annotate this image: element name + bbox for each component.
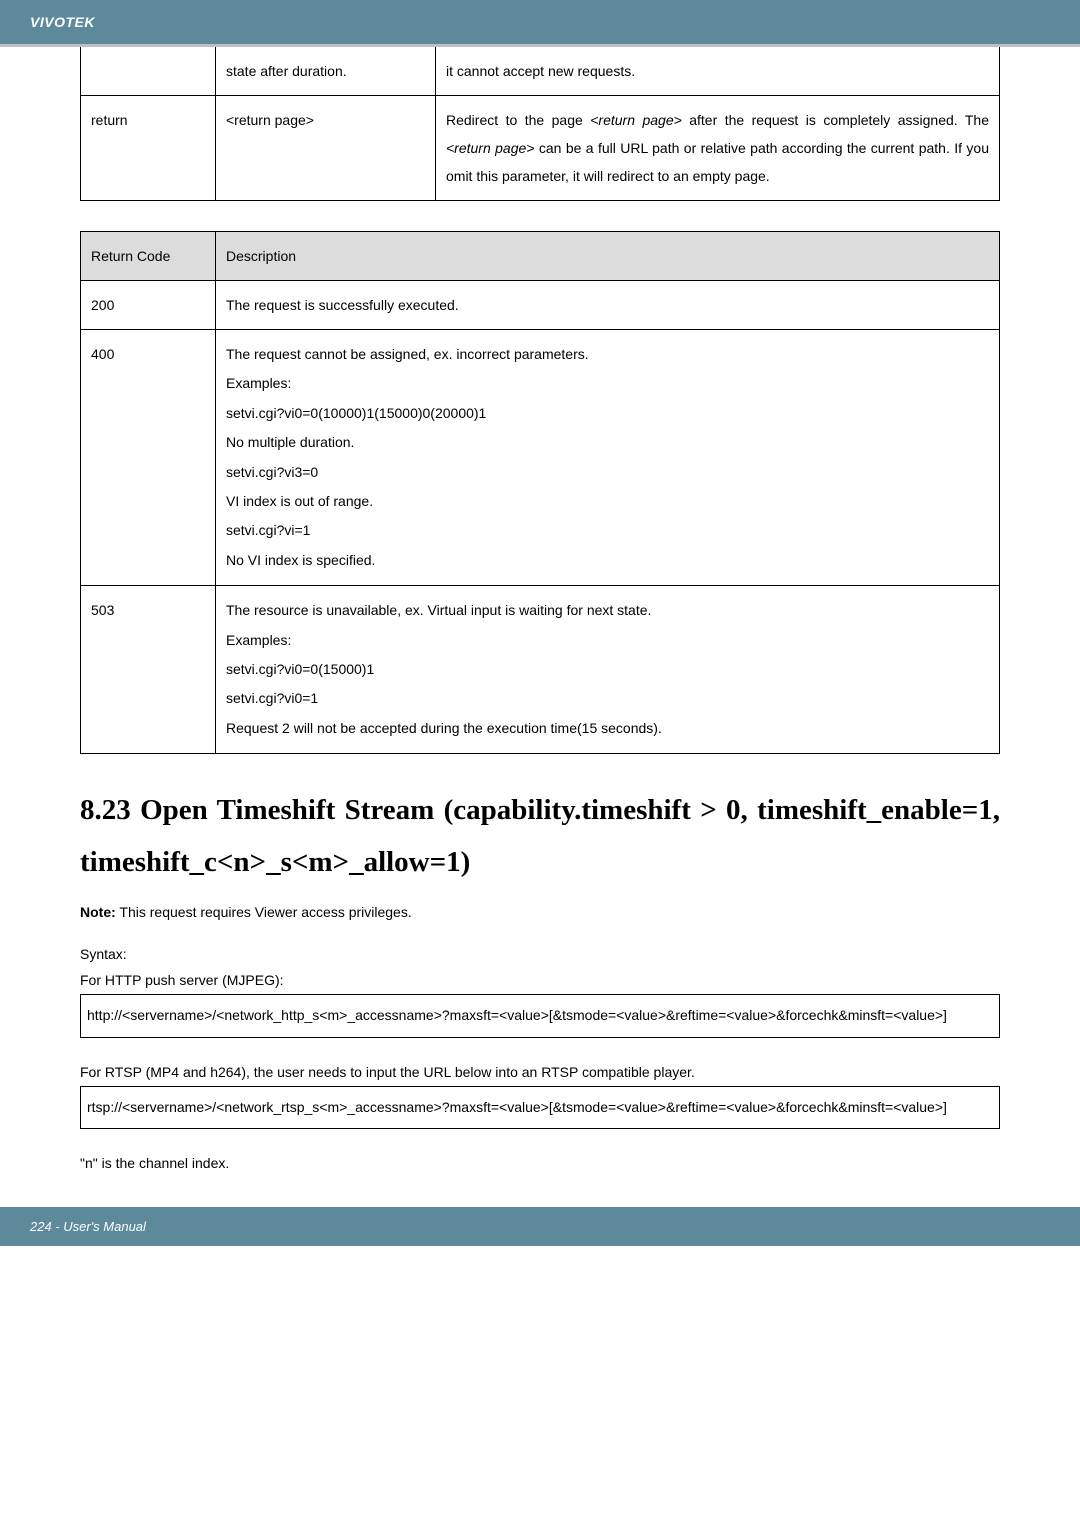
- desc-line: Examples:: [226, 369, 989, 398]
- brand-text: VIVOTEK: [30, 14, 95, 30]
- return-code-table: Return Code Description 200 The request …: [80, 231, 1000, 754]
- desc-line: No VI index is specified.: [226, 546, 989, 575]
- param-name-cell: [81, 47, 216, 96]
- desc-line: The resource is unavailable, ex. Virtual…: [226, 596, 989, 625]
- section-heading: 8.23 Open Timeshift Stream (capability.t…: [80, 784, 1000, 888]
- return-code-header: Return Code: [81, 232, 216, 281]
- return-code-cell: 400: [81, 330, 216, 586]
- channel-index-note: "n" is the channel index.: [80, 1155, 1000, 1171]
- param-desc-cell: it cannot accept new requests.: [436, 47, 1000, 96]
- desc-line: setvi.cgi?vi3=0: [226, 458, 989, 487]
- table-row: return <return page> Redirect to the pag…: [81, 96, 1000, 201]
- desc-line: setvi.cgi?vi0=0(10000)1(15000)0(20000)1: [226, 399, 989, 428]
- desc-line: setvi.cgi?vi0=0(15000)1: [226, 655, 989, 684]
- brand-header: VIVOTEK: [0, 0, 1080, 44]
- rtsp-syntax-box: rtsp://<servername>/<network_rtsp_s<m>_a…: [80, 1086, 1000, 1129]
- desc-line: setvi.cgi?vi0=1: [226, 684, 989, 713]
- table-row: 503 The resource is unavailable, ex. Vir…: [81, 586, 1000, 754]
- http-syntax-label: For HTTP push server (MJPEG):: [80, 972, 1000, 988]
- desc-line: Request 2 will not be accepted during th…: [226, 714, 989, 743]
- param-value-cell: <return page>: [216, 96, 436, 201]
- note-text: This request requires Viewer access priv…: [116, 904, 412, 920]
- rtsp-syntax-label: For RTSP (MP4 and h264), the user needs …: [80, 1064, 1000, 1080]
- desc-line: Examples:: [226, 626, 989, 655]
- desc-line: No multiple duration.: [226, 428, 989, 457]
- desc-text: after the request is completely assigned…: [682, 112, 989, 128]
- return-code-cell: 200: [81, 281, 216, 330]
- note-label: Note:: [80, 904, 116, 920]
- return-code-cell: 503: [81, 586, 216, 754]
- table-row: 200 The request is successfully executed…: [81, 281, 1000, 330]
- desc-line: The request cannot be assigned, ex. inco…: [226, 340, 989, 369]
- footer-text: 224 - User's Manual: [30, 1219, 146, 1234]
- page-content: state after duration. it cannot accept n…: [0, 47, 1080, 1171]
- desc-italic: <return page>: [590, 112, 682, 128]
- param-value-cell: state after duration.: [216, 47, 436, 96]
- param-name-cell: return: [81, 96, 216, 201]
- parameters-table: state after duration. it cannot accept n…: [80, 47, 1000, 201]
- description-cell: The resource is unavailable, ex. Virtual…: [216, 586, 1000, 754]
- desc-line: setvi.cgi?vi=1: [226, 516, 989, 545]
- desc-text: Redirect to the page: [446, 112, 590, 128]
- param-desc-cell: Redirect to the page <return page> after…: [436, 96, 1000, 201]
- table-row: 400 The request cannot be assigned, ex. …: [81, 330, 1000, 586]
- table-header-row: Return Code Description: [81, 232, 1000, 281]
- page-footer: 224 - User's Manual: [0, 1207, 1080, 1246]
- description-cell: The request is successfully executed.: [216, 281, 1000, 330]
- description-cell: The request cannot be assigned, ex. inco…: [216, 330, 1000, 586]
- table-row: state after duration. it cannot accept n…: [81, 47, 1000, 96]
- description-header: Description: [216, 232, 1000, 281]
- desc-italic: <return page>: [446, 140, 534, 156]
- http-syntax-box: http://<servername>/<network_http_s<m>_a…: [80, 994, 1000, 1037]
- syntax-label: Syntax:: [80, 946, 1000, 962]
- note-line: Note: This request requires Viewer acces…: [80, 904, 1000, 920]
- desc-line: VI index is out of range.: [226, 487, 989, 516]
